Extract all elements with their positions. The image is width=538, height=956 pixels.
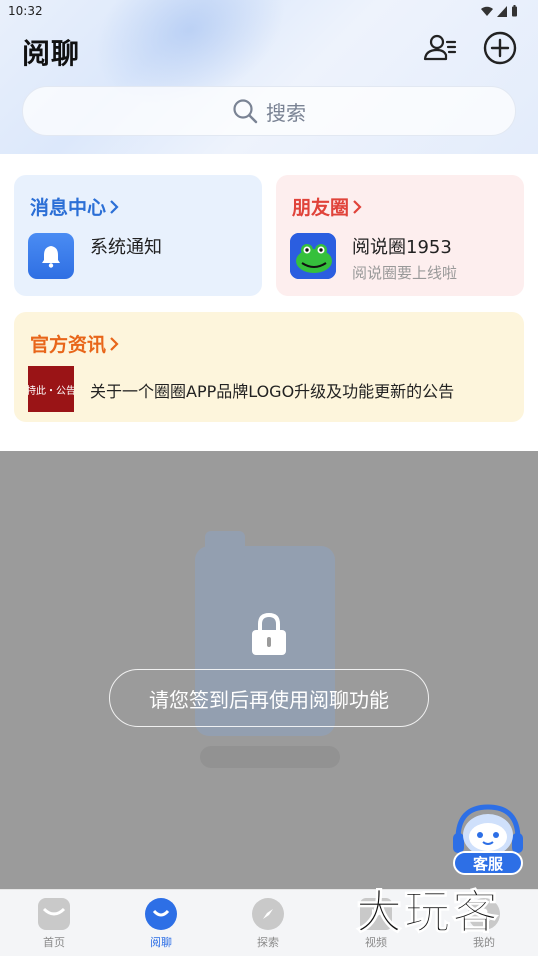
official-news-card[interactable]: 官方资讯 特此・公告 关于一个圈圈APP品牌LOGO升级及功能更新的公告 [14,312,524,422]
news-thumbnail-text: 特此・公告 [28,385,74,397]
search-input[interactable]: 搜索 [22,86,516,136]
lock-icon [252,612,286,655]
nav-explore-label: 探索 [257,936,279,949]
message-center-card[interactable]: 消息中心 系统通知 [14,175,262,296]
friends-circle-label: 朋友圈 [292,197,350,219]
contacts-button[interactable] [422,30,458,66]
chevron-right-icon [110,199,119,214]
bell-icon [28,233,74,279]
chevron-right-icon [353,199,362,214]
nav-explore[interactable]: 探索 [228,898,308,950]
chevron-right-icon [110,336,119,351]
page-title: 阅聊 [22,37,81,70]
nav-chat-label: 阅聊 [150,936,172,949]
status-bar: 10:32 [8,4,518,20]
battery-icon [512,5,517,17]
add-button[interactable] [482,30,518,66]
friends-circle-item-subtitle: 阅说圈要上线啦 [352,264,458,282]
home-icon [38,898,70,930]
customer-service-label[interactable]: 客服 [453,851,523,875]
message-center-title[interactable]: 消息中心 [30,193,120,220]
official-news-label: 官方资讯 [30,334,107,356]
friends-circle-item-name[interactable]: 阅说圈1953 [352,233,452,259]
nav-home-label: 首页 [43,936,65,949]
wifi-icon [481,6,493,16]
contacts-icon [423,34,457,61]
status-icons [481,5,518,17]
watermark-logo: 大玩客 [356,885,500,940]
signin-button[interactable]: 请您签到后再使用阅聊功能 [109,669,429,727]
chat-icon [145,898,177,930]
compass-icon [252,898,284,930]
official-news-title[interactable]: 官方资讯 [30,330,120,357]
search-placeholder: 搜索 [266,100,306,125]
message-center-label: 消息中心 [30,197,107,219]
friends-circle-card[interactable]: 朋友圈 阅说圈1953 阅说圈要上线啦 [276,175,524,296]
friends-circle-title[interactable]: 朋友圈 [292,193,363,220]
nav-chat[interactable]: 阅聊 [121,898,201,950]
news-headline[interactable]: 关于一个圈圈APP品牌LOGO升级及功能更新的公告 [90,378,454,402]
header: 10:32 阅聊 搜索 [0,0,538,154]
news-thumbnail: 特此・公告 [28,366,74,412]
search-icon [233,99,258,124]
signal-icon [497,5,507,17]
frog-avatar-icon [290,233,336,279]
system-notification-item[interactable]: 系统通知 [90,233,162,259]
status-time: 10:32 [8,4,43,18]
nav-home[interactable]: 首页 [14,898,94,950]
plus-circle-icon [483,31,517,65]
